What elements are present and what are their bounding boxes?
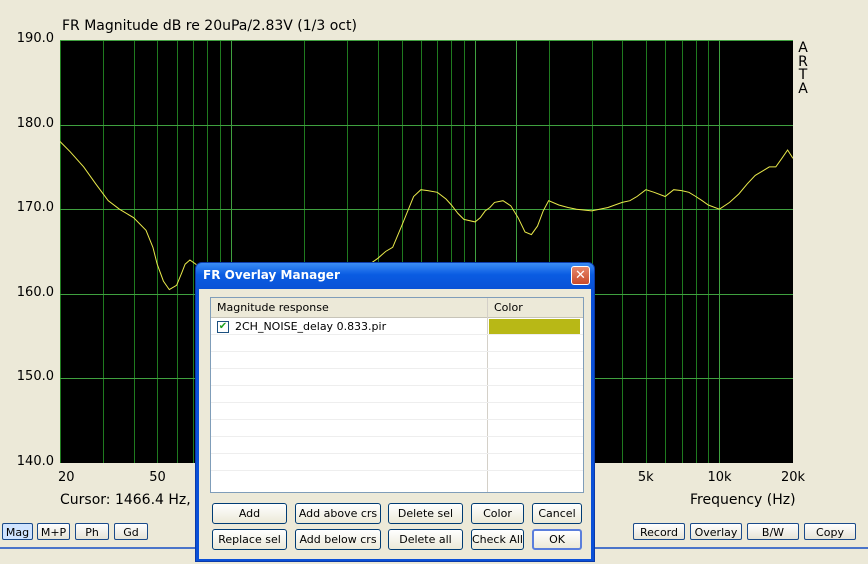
group-delay-button[interactable]: Gd bbox=[114, 523, 148, 540]
list-row-line bbox=[211, 436, 583, 437]
fr-overlay-manager-dialog: FR Overlay Manager ✕ Magnitude response … bbox=[195, 262, 595, 562]
phase-button[interactable]: Ph bbox=[75, 523, 109, 540]
list-header: Magnitude response Color bbox=[211, 298, 583, 318]
add-below-cursor-button[interactable]: Add below crs bbox=[295, 529, 381, 550]
chart-title: FR Magnitude dB re 20uPa/2.83V (1/3 oct) bbox=[62, 18, 357, 34]
dialog-titlebar[interactable]: FR Overlay Manager ✕ bbox=[196, 263, 594, 289]
arta-side-label: A R T A bbox=[797, 41, 809, 97]
record-button[interactable]: Record bbox=[633, 523, 685, 540]
y-tick-label: 170.0 bbox=[16, 200, 54, 216]
mag-button[interactable]: Mag bbox=[2, 523, 33, 540]
dialog-body: Magnitude response Color ✔ 2CH_NOISE_del… bbox=[199, 289, 591, 559]
x-tick-label: 20k bbox=[781, 470, 806, 485]
x-tick-label: 50 bbox=[149, 470, 166, 485]
ok-button[interactable]: OK bbox=[532, 529, 582, 550]
list-row-line bbox=[211, 453, 583, 454]
y-tick-label: 150.0 bbox=[16, 369, 54, 385]
overlay-button[interactable]: Overlay bbox=[690, 523, 742, 540]
replace-selected-button[interactable]: Replace sel bbox=[212, 529, 287, 550]
x-axis-label: Frequency (Hz) bbox=[690, 492, 796, 508]
list-row-line bbox=[211, 385, 583, 386]
list-row-line bbox=[211, 351, 583, 352]
row-color-swatch[interactable] bbox=[489, 319, 580, 334]
list-row-line bbox=[211, 470, 583, 471]
row-name: 2CH_NOISE_delay 0.833.pir bbox=[235, 320, 387, 333]
bw-button[interactable]: B/W bbox=[747, 523, 799, 540]
add-button[interactable]: Add bbox=[212, 503, 287, 524]
list-row-line bbox=[211, 419, 583, 420]
x-tick-label: 10k bbox=[707, 470, 732, 485]
column-header-color[interactable]: Color bbox=[494, 298, 523, 317]
list-row-line bbox=[211, 334, 583, 335]
y-tick-label: 160.0 bbox=[16, 284, 54, 300]
delete-selected-button[interactable]: Delete sel bbox=[388, 503, 463, 524]
close-icon[interactable]: ✕ bbox=[571, 266, 590, 285]
y-tick-label: 180.0 bbox=[16, 115, 54, 131]
y-tick-label: 140.0 bbox=[16, 454, 54, 469]
list-row-line bbox=[211, 402, 583, 403]
check-all-button[interactable]: Check All bbox=[471, 529, 524, 550]
column-header-magnitude[interactable]: Magnitude response bbox=[217, 298, 329, 317]
y-tick-label: 190.0 bbox=[16, 31, 54, 46]
x-tick-label: 20 bbox=[58, 470, 75, 485]
side-letter: A bbox=[798, 80, 808, 97]
mag-phase-button[interactable]: M+P bbox=[37, 523, 70, 540]
color-button[interactable]: Color bbox=[471, 503, 524, 524]
row-checkbox[interactable]: ✔ bbox=[217, 321, 229, 333]
x-tick-label: 5k bbox=[637, 470, 654, 485]
cursor-readout: Cursor: 1466.4 Hz, 1 bbox=[60, 492, 205, 508]
dialog-title: FR Overlay Manager bbox=[203, 268, 340, 282]
copy-button[interactable]: Copy bbox=[804, 523, 856, 540]
overlay-list[interactable]: Magnitude response Color ✔ 2CH_NOISE_del… bbox=[210, 297, 584, 493]
column-divider bbox=[487, 298, 488, 492]
delete-all-button[interactable]: Delete all bbox=[388, 529, 463, 550]
list-row-line bbox=[211, 368, 583, 369]
add-above-cursor-button[interactable]: Add above crs bbox=[295, 503, 381, 524]
arta-window: FR Magnitude dB re 20uPa/2.83V (1/3 oct)… bbox=[0, 0, 868, 564]
cancel-button[interactable]: Cancel bbox=[532, 503, 582, 524]
